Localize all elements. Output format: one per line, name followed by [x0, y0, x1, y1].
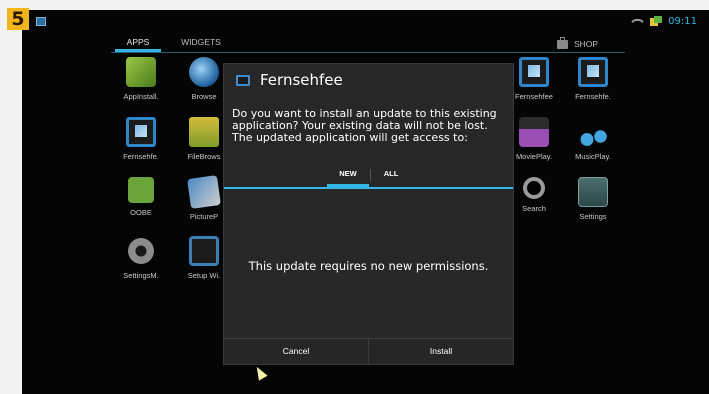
dialog-button-bar: Cancel Install [224, 338, 513, 364]
tv-icon [236, 74, 250, 86]
app-settingsmanager[interactable]: SettingsM. [111, 236, 171, 280]
shop-bag-icon [557, 36, 568, 49]
install-button[interactable]: Install [368, 339, 513, 364]
browser-globe-icon [189, 57, 219, 87]
folder-icon [189, 117, 219, 147]
tab-apps[interactable]: APPS [115, 36, 161, 52]
settings-sliders-icon [578, 177, 608, 207]
app-settings[interactable]: Settings [563, 177, 623, 221]
tab-divider [370, 169, 371, 181]
app-musicplayer[interactable]: MusicPlay. [563, 117, 623, 161]
cancel-button[interactable]: Cancel [224, 339, 368, 364]
shop-button[interactable]: SHOP [557, 36, 615, 52]
tab-widgets[interactable]: WIDGETS [175, 36, 227, 52]
step-badge: 5 [7, 8, 29, 30]
app-fernsehfee-3[interactable]: Fernsehfe. [111, 117, 171, 161]
tab-all[interactable]: ALL [374, 165, 408, 187]
permission-tabs: NEW ALL [224, 165, 513, 189]
notification-icon [650, 16, 663, 27]
dialog-title: Fernsehfee [260, 71, 343, 89]
android-icon [128, 177, 154, 203]
tab-new[interactable]: NEW [327, 165, 369, 187]
shop-label: SHOP [574, 39, 599, 49]
mouse-pointer-icon [252, 364, 268, 381]
dialog-message: Do you want to install an update to this… [232, 107, 497, 144]
search-icon [523, 177, 545, 199]
app-appinstaller[interactable]: AppInstall. [111, 57, 171, 101]
clock: 09:11 [668, 16, 697, 27]
notification-app-icon [36, 17, 46, 26]
tv-icon [189, 236, 219, 266]
android-screen: 09:11 APPS WIDGETS SHOP AppInstall. Brow… [22, 10, 709, 394]
launcher-tabs: APPS WIDGETS SHOP [111, 36, 625, 53]
app-oobe[interactable]: OOBE [111, 177, 171, 217]
status-bar: 09:11 [631, 15, 697, 28]
tv-icon [578, 57, 608, 87]
music-note-icon [578, 117, 608, 147]
gear-icon [126, 236, 156, 266]
dialog-header: Fernsehfee [224, 64, 513, 96]
wifi-icon [631, 15, 645, 28]
picture-icon [187, 175, 221, 209]
movie-icon [519, 117, 549, 147]
app-fernsehfee-2[interactable]: Fernsehfe. [563, 57, 623, 101]
app-installer-icon [126, 57, 156, 87]
install-update-dialog: Fernsehfee Do you want to install an upd… [223, 63, 514, 365]
permissions-message: This update requires no new permissions. [248, 259, 489, 273]
tv-icon [519, 57, 549, 87]
tv-icon [126, 117, 156, 147]
